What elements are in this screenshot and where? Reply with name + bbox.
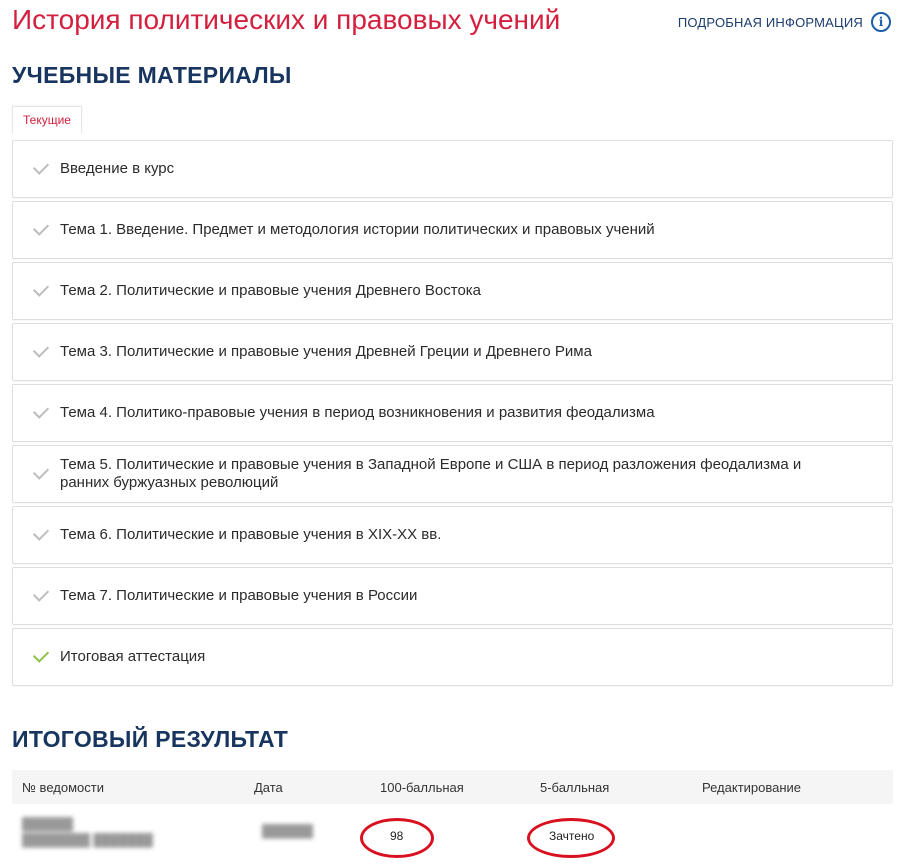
material-item-topic-7[interactable]: Тема 7. Политические и правовые учения в… xyxy=(12,567,893,625)
material-item-final-attestation[interactable]: Итоговая аттестация xyxy=(12,628,893,686)
details-link[interactable]: ПОДРОБНАЯ ИНФОРМАЦИЯ i xyxy=(678,12,891,32)
redacted-statement-number: ██████ ████████ ███████ xyxy=(22,817,153,847)
table-header: № ведомости Дата 100-балльная 5-балльная… xyxy=(12,770,893,804)
material-label: Тема 1. Введение. Предмет и методология … xyxy=(60,221,655,238)
check-icon xyxy=(32,585,50,602)
details-link-label: ПОДРОБНАЯ ИНФОРМАЦИЯ xyxy=(677,14,863,30)
material-item-topic-5[interactable]: Тема 5. Политические и правовые учения в… xyxy=(12,445,893,503)
material-label: Тема 7. Политические и правовые учения в… xyxy=(60,587,418,604)
score-5-value: Зачтено xyxy=(549,829,595,843)
redacted-date: ██████ xyxy=(262,824,314,838)
materials-heading: УЧЕБНЫЕ МАТЕРИАЛЫ xyxy=(12,62,292,88)
check-icon xyxy=(32,646,50,663)
check-icon xyxy=(32,463,50,480)
info-icon[interactable]: i xyxy=(871,12,891,32)
tab-current[interactable]: Текущие xyxy=(12,106,82,133)
materials-list: Введение в курс Тема 1. Введение. Предме… xyxy=(12,140,893,689)
material-item-topic-3[interactable]: Тема 3. Политические и правовые учения Д… xyxy=(12,323,893,381)
material-item-intro[interactable]: Введение в курс xyxy=(12,140,893,198)
score-100-value: 98 xyxy=(390,829,404,843)
material-item-topic-6[interactable]: Тема 6. Политические и правовые учения в… xyxy=(12,506,893,564)
column-header-editing: Редактирование xyxy=(702,779,802,795)
material-label: Тема 3. Политические и правовые учения Д… xyxy=(60,343,592,360)
material-item-topic-4[interactable]: Тема 4. Политико-правовые учения в перио… xyxy=(12,384,893,442)
column-header-statement-number: № ведомости xyxy=(22,779,104,795)
check-icon xyxy=(32,524,50,541)
material-label: Тема 4. Политико-правовые учения в перио… xyxy=(60,404,655,421)
result-heading: ИТОГОВЫЙ РЕЗУЛЬТАТ xyxy=(12,726,289,752)
material-label: Введение в курс xyxy=(60,160,175,177)
check-icon xyxy=(32,280,50,297)
material-label: Итоговая аттестация xyxy=(60,648,206,665)
table-row: ██████ ████████ ███████ ██████ 98 Зачтено xyxy=(12,804,893,864)
check-icon xyxy=(32,402,50,419)
material-label: Тема 6. Политические и правовые учения в… xyxy=(60,526,442,543)
material-item-topic-1[interactable]: Тема 1. Введение. Предмет и методология … xyxy=(12,201,893,259)
check-icon xyxy=(32,158,50,175)
page-title: История политических и правовых учений xyxy=(12,4,561,35)
material-label: Тема 5. Политические и правовые учения в… xyxy=(60,456,802,491)
column-header-score-5: 5-балльная xyxy=(540,779,610,795)
material-item-topic-2[interactable]: Тема 2. Политические и правовые учения Д… xyxy=(12,262,893,320)
check-icon xyxy=(32,219,50,236)
column-header-date: Дата xyxy=(254,779,283,795)
check-icon xyxy=(32,341,50,358)
column-header-score-100: 100-балльная xyxy=(380,779,464,795)
results-table: № ведомости Дата 100-балльная 5-балльная… xyxy=(12,770,893,864)
material-label: Тема 2. Политические и правовые учения Д… xyxy=(60,282,482,299)
